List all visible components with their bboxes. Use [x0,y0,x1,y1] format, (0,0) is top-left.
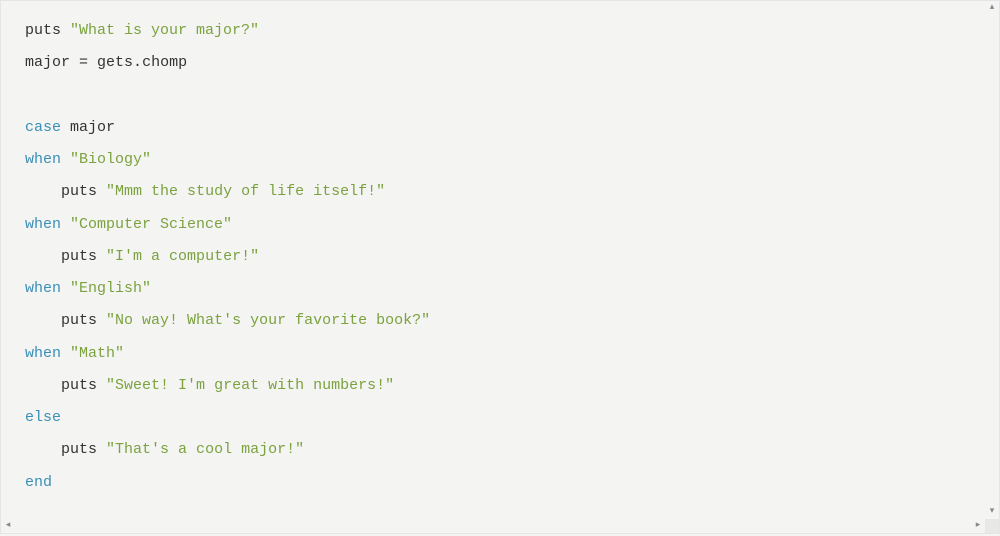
scrollbar-corner [985,519,999,533]
code-line: puts "Mmm the study of life itself!" [25,176,975,208]
code-token: when [25,151,61,168]
horizontal-scrollbar[interactable]: ◂ ▸ [1,519,985,533]
code-token: "I'm a computer!" [106,248,259,265]
code-token [25,183,61,200]
code-token [61,151,70,168]
code-token: when [25,216,61,233]
scroll-down-icon[interactable]: ▾ [985,505,999,519]
code-token [61,216,70,233]
code-line: puts "That's a cool major!" [25,434,975,466]
code-token: gets [97,54,133,71]
code-token: puts [61,377,97,394]
code-token: "Biology" [70,151,151,168]
code-line: major = gets.chomp [25,47,975,79]
code-token: puts [61,248,97,265]
code-token: puts [61,183,97,200]
scroll-left-icon[interactable]: ◂ [1,519,15,533]
code-token: end [25,474,52,491]
code-line: when "Computer Science" [25,209,975,241]
code-line: puts "Sweet! I'm great with numbers!" [25,370,975,402]
code-line [25,80,975,112]
code-token: major [70,119,115,136]
scroll-up-icon[interactable]: ▴ [985,1,999,15]
code-token: "That's a cool major!" [106,441,304,458]
code-line: puts "I'm a computer!" [25,241,975,273]
code-token: when [25,345,61,362]
code-token: puts [25,22,61,39]
code-token [97,312,106,329]
code-line: else [25,402,975,434]
code-editor[interactable]: puts "What is your major?"major = gets.c… [25,15,975,505]
code-token: else [25,409,61,426]
code-token [25,377,61,394]
code-token: puts [61,441,97,458]
code-token: "Math" [70,345,124,362]
code-token: major [25,54,70,71]
code-token [25,248,61,265]
code-token [61,280,70,297]
code-token: puts [61,312,97,329]
code-token: case [25,119,61,136]
code-token: "Sweet! I'm great with numbers!" [106,377,394,394]
scroll-right-icon[interactable]: ▸ [971,519,985,533]
code-token: "English" [70,280,151,297]
code-token [61,345,70,362]
code-token [97,248,106,265]
code-token [97,183,106,200]
code-token: "What is your major?" [70,22,259,39]
vertical-scrollbar[interactable]: ▴ ▾ [985,1,999,519]
code-line: puts "No way! What's your favorite book?… [25,305,975,337]
code-line: when "English" [25,273,975,305]
code-token: . [133,54,142,71]
code-token: "Mmm the study of life itself!" [106,183,385,200]
code-token: = [70,54,97,71]
code-line: case major [25,112,975,144]
code-line: when "Math" [25,338,975,370]
code-token: chomp [142,54,187,71]
code-token: "Computer Science" [70,216,232,233]
code-token [25,312,61,329]
code-token [97,441,106,458]
code-token [61,119,70,136]
code-token [61,22,70,39]
code-token: when [25,280,61,297]
code-token [97,377,106,394]
code-line: end [25,467,975,499]
code-line: when "Biology" [25,144,975,176]
code-line: puts "What is your major?" [25,15,975,47]
code-token [25,441,61,458]
code-token: "No way! What's your favorite book?" [106,312,430,329]
